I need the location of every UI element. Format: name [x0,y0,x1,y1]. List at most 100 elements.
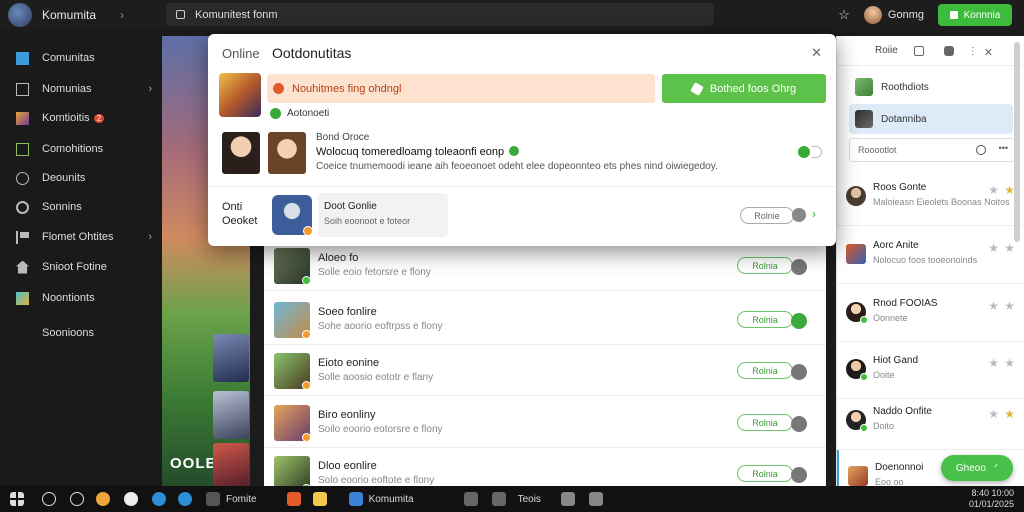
edit-icon[interactable] [913,45,924,56]
sidebar-item-noontionts[interactable]: Noontionts [0,286,162,310]
list-item[interactable]: Eioto eonine Solle aoosio eototr e flany… [264,345,826,396]
sidebar-item-snioot-fotine[interactable]: Snioot Fotine [0,255,162,279]
star-outline-icon[interactable]: ★ [988,407,999,421]
address-bar[interactable]: Komunitest fonm [166,3,714,26]
member-avatar[interactable] [222,132,260,174]
list-item[interactable]: Biro eonliny Soilo eoorio eotorsre e flo… [264,397,826,448]
modal-tab[interactable]: Online [222,46,260,61]
row-action-button[interactable]: Rolnia [737,362,793,379]
scrollbar[interactable] [1014,42,1020,242]
panel-item-roothdiots[interactable]: Roothdiots [849,72,1013,102]
user-name[interactable]: Gonmg [888,9,924,21]
list-item[interactable]: Aloeo fo Solle eoio fetorsre e flony Rol… [264,240,826,291]
sidebar-item-soonioons[interactable]: Soonioons [0,321,162,345]
friend-item[interactable]: Roos Gonte Maloieasn Eieolets Boonas Noi… [837,170,1024,226]
sidebar-item-komtioitis[interactable]: Komtioitis 2 [0,106,162,130]
taskbar-label[interactable]: Teois [518,494,541,505]
toggle-half-icon[interactable] [812,146,822,158]
forward-arrow-icon[interactable]: › [120,8,124,22]
join-button[interactable]: Rolnie [740,207,794,224]
row-action-button[interactable]: Rolnia [737,465,793,482]
sidebar-item-deounits[interactable]: Deounits [0,166,162,190]
banner-thumbnail[interactable] [213,334,249,382]
row-more-icon[interactable] [791,416,807,432]
verified-row: Aotonoeti [270,108,329,119]
sidebar-item-flomet-ohtites[interactable]: Flomet Ohtites › [0,225,162,249]
primary-button[interactable]: Bothed foos Ohrg [662,74,826,103]
status-dot [302,433,311,442]
star-icon[interactable]: ☆ [838,7,850,23]
sidebar-item-comohitions[interactable]: Comohitions [0,137,162,161]
toggle-on-icon[interactable] [798,146,810,158]
folder-icon[interactable] [312,492,327,506]
row-more-icon[interactable] [791,467,807,483]
edge-icon[interactable] [178,492,192,506]
banner-thumbnail[interactable] [213,391,249,439]
row-more-icon[interactable] [791,259,807,275]
friend-avatar [846,410,868,432]
chevron-right-icon[interactable]: › [812,207,816,221]
friend-item[interactable]: Rnod FOOIAS Oonnete ★ ★ [837,286,1024,342]
community-modal: Online Ootdonutitas ✕ Nouhitmes fing ohd… [208,34,836,246]
star-outline-icon[interactable]: ★ [1004,356,1015,370]
more-icon[interactable]: ••• [999,143,1008,153]
floating-action-button[interactable]: Gheoo ᐟ [941,455,1013,481]
sidebar-item-label: Comunitas [42,52,95,64]
sidebar-item-label: Komtioitis [42,112,90,124]
sidebar-item-sonnins[interactable]: Sonnins [0,195,162,219]
close-icon[interactable]: ✕ [984,46,994,59]
star-outline-icon[interactable]: ★ [988,299,999,313]
app-icon[interactable] [463,492,478,506]
header-action-button[interactable]: Konnnia [938,4,1012,26]
panel-item-dotanniba[interactable]: Dotanniba [849,104,1013,134]
app-icon[interactable] [96,492,110,506]
star-icon[interactable]: ★ [1004,407,1015,421]
app-icon[interactable] [206,492,220,506]
browser-icon[interactable] [124,492,138,506]
friend-item[interactable]: Naddo Onfite Doito ★ ★ [837,394,1024,450]
sidebar-item-label: Soonioons [42,327,94,339]
app-icon[interactable] [588,492,603,506]
status-dot [302,381,311,390]
search-icon[interactable] [976,145,986,155]
system-clock[interactable]: 8:40 10:00 01/01/2025 [969,488,1014,510]
circle-icon [16,171,29,185]
search-icon[interactable] [42,492,56,506]
star-outline-icon[interactable]: ★ [1004,241,1015,255]
user-avatar[interactable] [863,6,882,24]
row-action-button[interactable]: Rolnia [737,257,793,274]
star-outline-icon[interactable]: ★ [988,356,999,370]
cortana-icon[interactable] [70,492,84,506]
banner-thumbnail[interactable] [213,443,249,491]
group-card[interactable]: Doot Gonlie Soih eoonoot e foteor [318,193,448,237]
star-outline-icon[interactable]: ★ [988,241,999,255]
alert-text: Nouhitmes fing ohdngl [292,82,402,95]
start-icon[interactable] [10,492,24,506]
friends-search-input[interactable]: Rooootlot ••• [849,138,1015,162]
star-outline-icon[interactable]: ★ [988,183,999,197]
row-check-icon[interactable] [791,313,807,329]
settings-icon[interactable] [943,45,954,56]
row-action-button[interactable]: Rolnia [737,311,793,328]
app-avatar[interactable] [8,3,32,27]
close-icon[interactable]: ✕ [811,45,822,61]
edge-icon[interactable] [152,492,166,506]
list-item[interactable]: Soeo fonlire Sohe aoorio eoftrpss e flon… [264,294,826,345]
more-icon[interactable]: ⋮ [968,46,978,57]
group-avatar[interactable] [272,195,313,236]
star-outline-icon[interactable]: ★ [1004,299,1015,313]
app-icon[interactable] [286,492,301,506]
sidebar-item-comunitas[interactable]: Comunitas [0,46,162,70]
row-more-icon[interactable] [791,364,807,380]
app-icon[interactable] [348,492,363,506]
friend-item[interactable]: Aorc Anite Nolocuo foos tooeonoinds ★ ★ [837,228,1024,284]
app-icon[interactable] [560,492,575,506]
taskbar-label[interactable]: Fomite [226,494,257,505]
app-icon[interactable] [491,492,506,506]
online-indicator [860,424,868,432]
sidebar-item-nomunias[interactable]: Nomunias › [0,77,162,101]
taskbar-label[interactable]: Komumita [369,494,414,505]
row-action-button[interactable]: Rolnia [737,414,793,431]
member-avatar[interactable] [268,132,306,174]
friend-item[interactable]: Hiot Gand Ooite ★ ★ [837,343,1024,399]
